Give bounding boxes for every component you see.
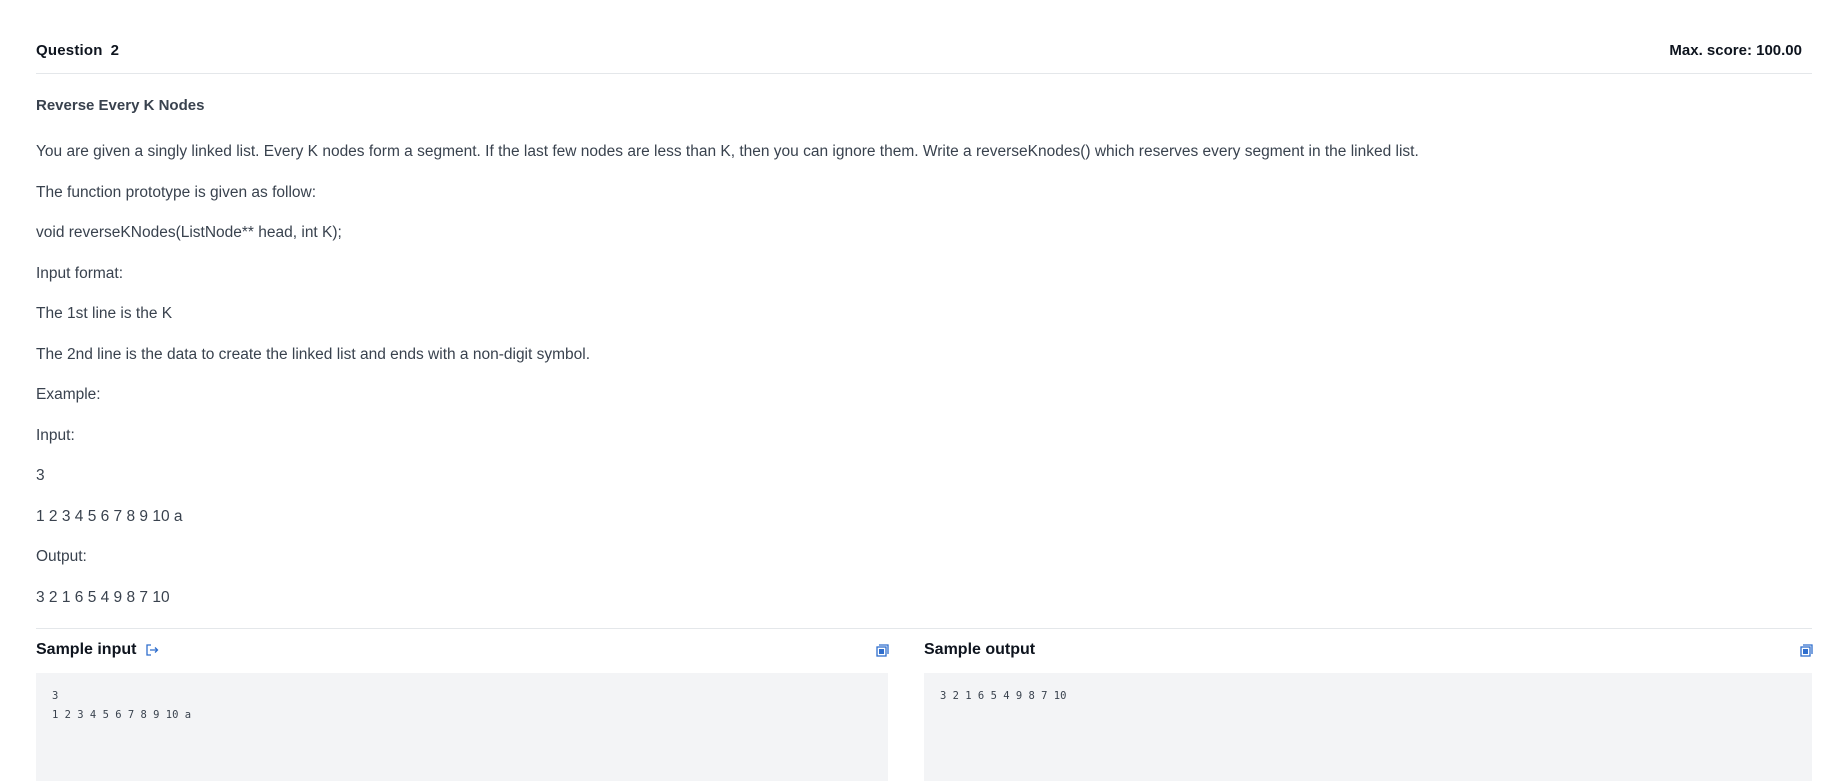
question-label-text: Question bbox=[36, 42, 103, 59]
example-output-heading: Output: bbox=[36, 548, 87, 565]
section-divider bbox=[36, 628, 1812, 629]
question-label: Question 2 bbox=[36, 42, 119, 59]
function-prototype: void reverseKNodes(ListNode** head, int … bbox=[36, 224, 342, 241]
sample-input-box[interactable]: 3 1 2 3 4 5 6 7 8 9 10 a bbox=[36, 673, 888, 781]
sample-input-label: Sample input bbox=[36, 641, 137, 658]
problem-description: You are given a singly linked list. Ever… bbox=[36, 143, 1419, 160]
input-format-heading: Input format: bbox=[36, 265, 124, 282]
max-score: Max. score: 100.00 bbox=[1669, 42, 1802, 59]
example-input-list: 1 2 3 4 5 6 7 8 9 10 a bbox=[36, 508, 183, 525]
question-number: 2 bbox=[110, 42, 120, 59]
copy-input-icon[interactable] bbox=[876, 644, 889, 657]
question-page: Question 2 Max. score: 100.00 Reverse Eve… bbox=[0, 0, 1836, 781]
sample-input-header: Sample input bbox=[36, 641, 159, 659]
question-header: Question 2 Max. score: 100.00 bbox=[36, 40, 1812, 74]
input-format-line-1: The 1st line is the K bbox=[36, 305, 173, 322]
sample-output-header: Sample output bbox=[924, 641, 1035, 659]
example-input-k: 3 bbox=[36, 467, 45, 484]
sample-output-label: Sample output bbox=[924, 641, 1036, 658]
input-format-line-2: The 2nd line is the data to create the l… bbox=[36, 346, 591, 363]
example-input-heading: Input: bbox=[36, 427, 75, 444]
prototype-intro: The function prototype is given as follo… bbox=[36, 184, 317, 201]
export-icon[interactable] bbox=[145, 643, 159, 657]
example-output-list: 3 2 1 6 5 4 9 8 7 10 bbox=[36, 589, 170, 606]
copy-output-icon[interactable] bbox=[1800, 644, 1813, 657]
example-heading: Example: bbox=[36, 386, 101, 403]
problem-title: Reverse Every K Nodes bbox=[36, 97, 205, 114]
sample-output-box[interactable]: 3 2 1 6 5 4 9 8 7 10 bbox=[924, 673, 1812, 781]
